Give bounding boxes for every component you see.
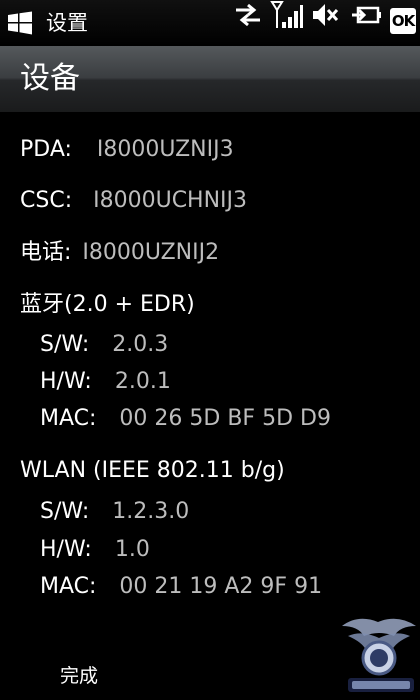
phone-label: 电话: [20,240,72,265]
bluetooth-heading: 蓝牙(2.0 + EDR) [20,292,195,317]
windows-start-icon[interactable] [6,9,34,37]
wlan-mac-row: MAC: 00 21 19 A2 9F 91 [40,572,322,602]
app-title: 设置 [46,11,88,35]
wlan-hw-value: 1.0 [114,537,150,562]
done-softkey[interactable]: 完成 [60,664,98,688]
signal-strength-icon[interactable] [270,0,304,30]
wlan-sw-label: S/W: [40,499,90,524]
pda-row: PDA: I8000UZNIJ3 [20,135,234,165]
wlan-hw-label: H/W: [40,537,92,562]
bluetooth-sw-label: S/W: [40,332,90,357]
bluetooth-mac-row: MAC: 00 26 5D BF 5D D9 [40,404,331,434]
bluetooth-hw-value: 2.0.1 [114,369,171,394]
wlan-hw-row: H/W: 1.0 [40,535,150,565]
bluetooth-sw-value: 2.0.3 [112,332,169,357]
csc-row: CSC: I8000UCHNIJ3 [20,186,247,216]
wlan-sw-value: 1.2.3.0 [112,499,190,524]
bluetooth-hw-label: H/W: [40,369,92,394]
volume-muted-icon[interactable] [310,0,340,30]
battery-charging-icon[interactable] [350,0,384,30]
bluetooth-mac-label: MAC: [40,406,97,431]
pda-label: PDA: [20,137,72,162]
wlan-heading: WLAN (IEEE 802.11 b/g) [20,458,285,483]
page-title: 设备 [20,61,80,96]
bluetooth-mac-value: 00 26 5D BF 5D D9 [119,406,331,431]
wlan-mac-label: MAC: [40,574,97,599]
status-bar: 设置 OK [0,0,420,46]
csc-label: CSC: [20,188,73,213]
data-transfer-icon[interactable] [233,0,263,30]
bluetooth-hw-row: H/W: 2.0.1 [40,367,171,397]
device-info-panel: PDA: I8000UZNIJ3 CSC: I8000UCHNIJ3 电话: I… [0,112,420,642]
bluetooth-sw-row: S/W: 2.0.3 [40,330,168,360]
wlan-sw-row: S/W: 1.2.3.0 [40,497,189,527]
phone-value: I8000UZNIJ2 [82,240,220,265]
watermark-logo [338,596,420,700]
wlan-mac-value: 00 21 19 A2 9F 91 [119,574,323,599]
ok-button[interactable]: OK [390,8,416,34]
phone-row: 电话: I8000UZNIJ2 [20,238,219,268]
csc-value: I8000UCHNIJ3 [93,188,248,213]
pda-value: I8000UZNIJ3 [96,137,234,162]
page-header: 设备 [0,46,420,113]
